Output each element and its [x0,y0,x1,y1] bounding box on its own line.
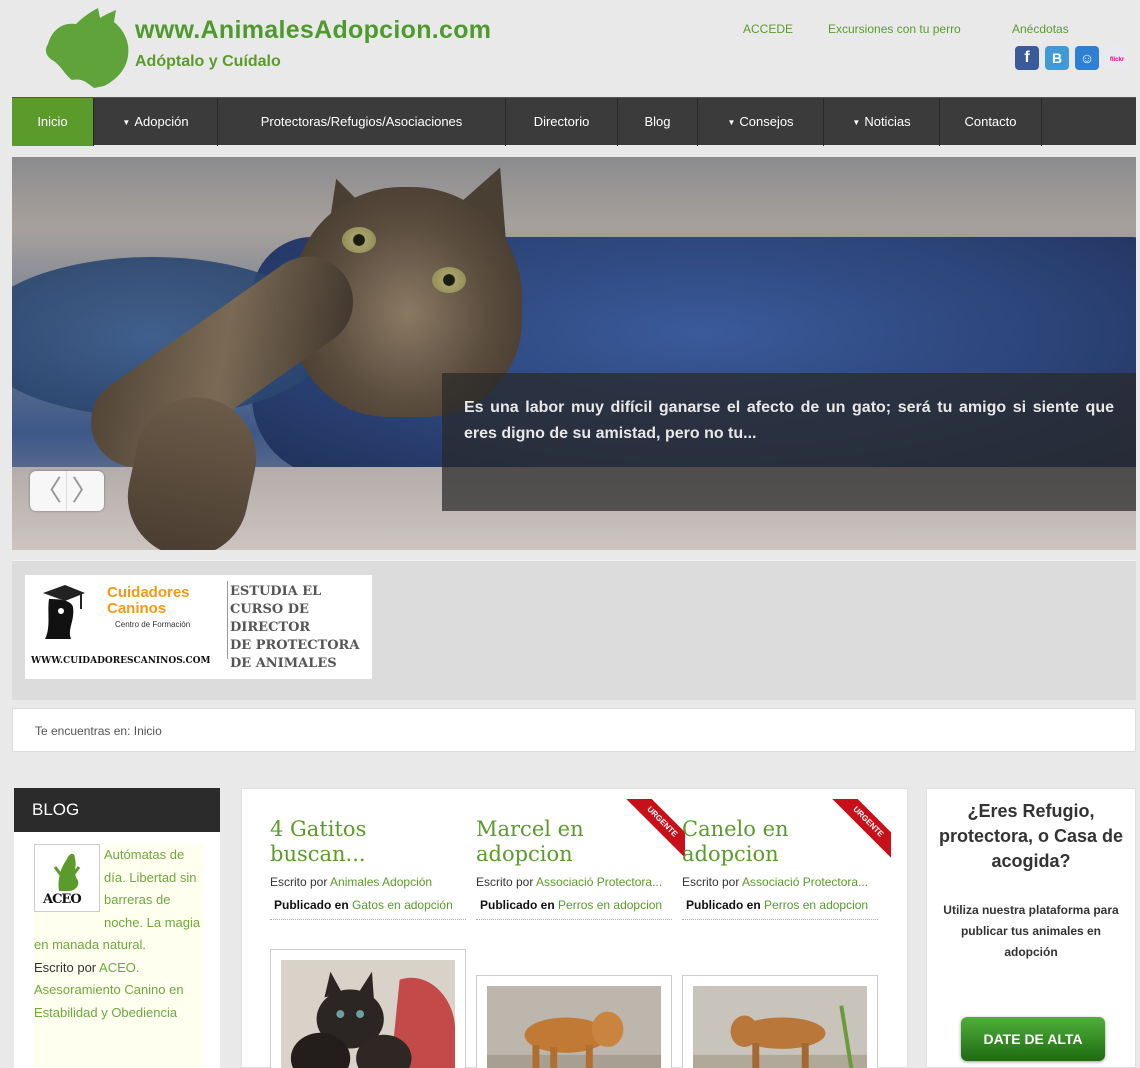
chevron-right-icon[interactable]: 〉 [67,471,104,511]
ad-course-line: DE ANIMALES [230,656,337,671]
ad-brand-line: Caninos [107,600,167,617]
hero-slider[interactable]: Es una labor muy difícil ganarse el afec… [12,157,1136,550]
article-author-prefix: Escrito por [682,875,740,889]
article-author-prefix: Escrito por [476,875,534,889]
article-image[interactable] [476,975,672,1068]
nav-item-adopcion[interactable]: ▼ Adopción [94,98,218,146]
main-navigation: Inicio ▼ Adopción Protectoras/Refugios/As… [12,97,1136,146]
article-author: Escrito por Associació Protectora... [682,873,878,892]
register-promo: ¿Eres Refugio, protectora, o Casa de aco… [926,788,1136,1068]
ad-banner[interactable]: Cuidadores Caninos Centro de Formación E… [25,575,372,679]
article-category-link[interactable]: Perros en adopcion [764,898,868,912]
blog-heading: BLOG [14,788,220,832]
ad-course-line: DIRECTOR [230,620,311,635]
blogger-icon[interactable]: B [1045,46,1069,70]
chevron-down-icon: ▼ [122,118,131,127]
blog-entry[interactable]: ACEO Autómatas de día. Libertad sin barr… [34,844,204,1068]
article-category: Publicado en Perros en adopcion [476,896,672,920]
top-link-anecdotas[interactable]: Anécdotas [1012,22,1069,36]
register-promo-title: ¿Eres Refugio, protectora, o Casa de aco… [938,801,1124,871]
article-card: 4 Gatitos buscan... Escrito por Animales… [270,817,466,920]
article-category-link[interactable]: Gatos en adopción [352,898,453,912]
nav-item-contacto[interactable]: Contacto [940,98,1042,146]
article-card: Marcel en adopcion Escrito por Associaci… [476,817,672,920]
register-button[interactable]: DATE DE ALTA [961,1017,1105,1061]
dog-photo [487,986,661,1068]
chevron-left-icon[interactable]: 〈 [30,471,67,511]
nav-label: Consejos [739,114,794,129]
article-category-prefix: Publicado en [274,898,349,912]
article-card: Canelo en adopcion Escrito por Associaci… [682,817,878,920]
ad-course-text: ESTUDIA EL CURSO DE DIRECTOR DE PROTECTO… [230,583,359,673]
article-category: Publicado en Perros en adopcion [682,896,878,920]
dog-photo [693,986,867,1068]
nav-item-consejos[interactable]: ▼ Consejos [698,98,824,146]
ad-brand-line: Cuidadores [107,584,190,601]
aceo-logo-text: ACEO [43,892,82,907]
article-author: Escrito por Associació Protectora... [476,873,672,892]
graduate-dog-icon [43,585,85,639]
article-author-link[interactable]: Associació Protectora... [742,875,868,889]
breadcrumb: Te encuentras en: Inicio [12,708,1136,752]
hero-caption-text: Es una labor muy difícil ganarse el afec… [464,399,1114,442]
ad-course-line: DE PROTECTORA [230,638,360,653]
hero-image-cat-eye [432,267,466,293]
blog-body: ACEO Autómatas de día. Libertad sin barr… [14,832,220,1068]
site-title[interactable]: www.AnimalesAdopcion.com [135,16,491,45]
nav-item-inicio[interactable]: Inicio [12,98,94,146]
ad-course-line: ESTUDIA EL [230,584,322,599]
article-title[interactable]: 4 Gatitos buscan... [270,817,466,867]
top-link-accede[interactable]: ACCEDE [743,22,793,36]
site-header: www.AnimalesAdopcion.com Adóptalo y Cuíd… [0,0,1140,95]
banner-strip: Cuidadores Caninos Centro de Formación E… [12,560,1136,700]
nav-label: Blog [644,114,671,129]
article-category-prefix: Publicado en [480,898,555,912]
nav-item-protectoras[interactable]: Protectoras/Refugios/Asociaciones [218,98,506,146]
hero-caption[interactable]: Es una labor muy difícil ganarse el afec… [442,373,1136,511]
register-promo-text: Utiliza nuestra plataforma para publicar… [943,903,1119,959]
chevron-down-icon: ▼ [727,118,736,127]
article-category-prefix: Publicado en [686,898,761,912]
ad-brand: Cuidadores Caninos [107,585,190,617]
ad-brand-sub: Centro de Formación [115,620,191,629]
ad-course-line: CURSO DE [230,602,309,617]
blog-module: BLOG ACEO Autómatas de día. Libertad sin… [14,788,220,1068]
logo-icon[interactable] [42,8,130,88]
nav-label: Protectoras/Refugios/Asociaciones [260,114,463,129]
nav-label: Inicio [37,114,68,129]
nav-item-directorio[interactable]: Directorio [506,98,618,146]
nav-item-noticias[interactable]: ▼ Noticias [824,98,940,146]
article-author: Escrito por Animales Adopción [270,873,466,892]
ad-url: WWW.CUIDADORESCANINOS.COM [31,656,211,666]
blog-author-prefix: Escrito por [34,959,97,975]
article-title[interactable]: Canelo en adopcion [682,817,878,867]
nav-label: Contacto [964,114,1017,129]
ad-divider [227,581,228,659]
article-image[interactable] [270,949,466,1068]
article-category-link[interactable]: Perros en adopcion [558,898,662,912]
nav-label: Adopción [134,114,189,129]
articles-panel: 4 Gatitos buscan... Escrito por Animales… [241,788,908,1068]
flickr-icon[interactable]: flickr [1105,46,1129,70]
hero-image-cat-eye [342,227,376,253]
article-category: Publicado en Gatos en adopción [270,896,466,920]
nav-label: Noticias [864,114,911,129]
chevron-down-icon: ▼ [852,118,861,127]
article-author-link[interactable]: Associació Protectora... [536,875,662,889]
article-author-prefix: Escrito por [270,875,328,889]
site-tagline: Adóptalo y Cuídalo [135,53,281,70]
delicious-icon[interactable]: ☺ [1075,46,1099,70]
kittens-photo [281,960,455,1068]
social-icons: f B ☺ flickr [1015,46,1135,72]
article-title[interactable]: Marcel en adopcion [476,817,672,867]
nav-label: Directorio [533,114,590,129]
top-link-excursiones[interactable]: Excursiones con tu perro [828,22,961,36]
facebook-icon[interactable]: f [1015,46,1039,70]
slider-controls: 〈 〉 [30,471,104,511]
article-image[interactable] [682,975,878,1068]
nav-item-blog[interactable]: Blog [618,98,698,146]
article-author-link[interactable]: Animales Adopción [330,875,432,889]
blog-thumbnail[interactable]: ACEO [34,844,100,912]
